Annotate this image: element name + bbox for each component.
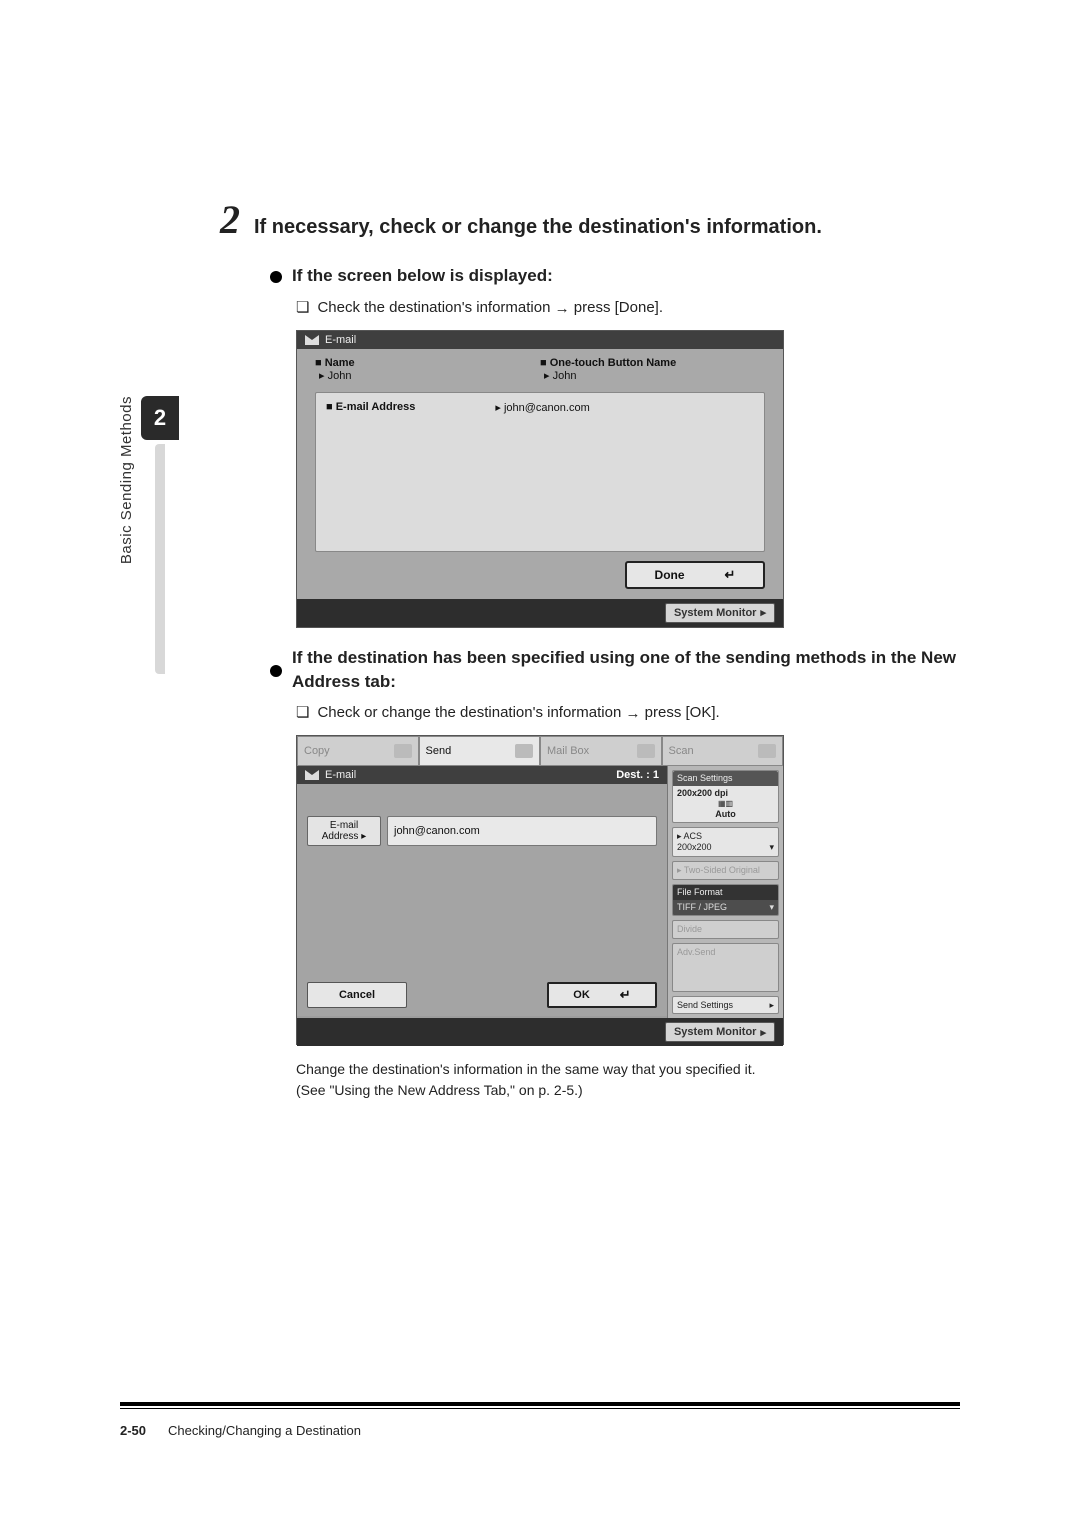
case2-heading: If the destination has been specified us…	[270, 646, 960, 694]
bullet-icon	[270, 271, 282, 283]
email-address-value: john@canon.com	[394, 825, 480, 837]
mode-value: Auto	[677, 809, 774, 820]
system-monitor-button[interactable]: System Monitor ▸	[665, 1022, 775, 1042]
dialog-titlebar: E-mail Dest. : 1	[297, 766, 667, 784]
case1-instruction: ❏ Check the destination's information → …	[296, 298, 960, 316]
chevron-icon: ▸	[677, 831, 682, 841]
email-panel: ■ E-mail Address ▸ john@canon.com	[315, 392, 765, 552]
send-settings-button[interactable]: Send Settings ▸	[672, 996, 779, 1015]
note-line2: (See "Using the New Address Tab," on p. …	[296, 1080, 916, 1101]
chapter-number: 2	[141, 396, 179, 440]
done-label: Done	[655, 568, 685, 582]
name-value: John	[328, 370, 352, 382]
dialog-title: E-mail	[325, 334, 356, 346]
system-monitor-label: System Monitor	[674, 607, 757, 619]
dropdown-icon: ▾	[769, 902, 774, 913]
chapter-tab: Basic Sending Methods 2	[118, 396, 179, 674]
ok-button[interactable]: OK ↵	[547, 982, 657, 1008]
chevron-icon: ▸	[760, 1026, 766, 1039]
done-button[interactable]: Done ↵	[625, 561, 765, 589]
arrow-icon: →	[555, 300, 570, 317]
bullet-icon	[270, 665, 282, 677]
scan-settings-box[interactable]: Scan Settings 200x200 dpi ▦▥ Auto	[672, 770, 779, 823]
adv-send-button[interactable]: Adv.Send	[672, 943, 779, 991]
file-format-dropdown[interactable]: File Format TIFF / JPEG ▾	[672, 884, 779, 917]
screenshot-send-screen: Copy Send Mail Box Scan E-mail Dest. : 1…	[296, 735, 784, 1045]
scan-icon	[758, 744, 776, 758]
step-number: 2	[220, 200, 240, 240]
case1-text: If the screen below is displayed:	[292, 264, 553, 288]
mailbox-icon	[637, 744, 655, 758]
tab-send[interactable]: Send	[419, 736, 541, 766]
ok-label: OK	[573, 989, 590, 1001]
case2-instruction: ❏ Check or change the destination's info…	[296, 703, 960, 721]
case1-heading: If the screen below is displayed:	[270, 264, 960, 288]
chevron-icon: ▸	[361, 831, 366, 842]
acs-dropdown[interactable]: ▸ ACS 200x200 ▾	[672, 827, 779, 857]
note-line1: Change the destination's information in …	[296, 1059, 916, 1080]
email-icon	[305, 335, 319, 345]
dropdown-icon: ▾	[769, 842, 774, 853]
file-format-header: File Format	[673, 885, 778, 900]
tab-mailbox[interactable]: Mail Box	[540, 736, 662, 766]
case2-text: If the destination has been specified us…	[292, 646, 960, 694]
return-icon: ↵	[725, 567, 736, 583]
case2-instruction-text: Check or change the destination's inform…	[317, 704, 719, 721]
top-tabs: Copy Send Mail Box Scan	[297, 736, 783, 766]
footer-rule	[120, 1408, 960, 1409]
footer-title: Checking/Changing a Destination	[168, 1423, 361, 1438]
name-label: ■ Name	[315, 357, 540, 369]
divide-button[interactable]: Divide	[672, 920, 779, 939]
step-text: If necessary, check or change the destin…	[254, 216, 822, 239]
email-address-field[interactable]: john@canon.com	[387, 816, 657, 846]
tab-scan[interactable]: Scan	[662, 736, 784, 766]
note-text: Change the destination's information in …	[296, 1059, 916, 1101]
resolution-value: 200x200 dpi	[677, 788, 774, 799]
email-value: john@canon.com	[504, 402, 590, 414]
two-sided-button[interactable]: ▸ Two-Sided Original	[672, 861, 779, 880]
checkbox-icon: ❏	[296, 703, 309, 721]
otb-value: John	[553, 370, 577, 382]
return-icon: ↵	[620, 987, 631, 1003]
footer-rule	[120, 1402, 960, 1406]
email-address-button[interactable]: E-mail Address ▸	[307, 816, 381, 846]
step-heading: 2 If necessary, check or change the dest…	[220, 200, 960, 240]
tab-copy[interactable]: Copy	[297, 736, 419, 766]
cancel-label: Cancel	[339, 989, 375, 1001]
cancel-button[interactable]: Cancel	[307, 982, 407, 1008]
scan-settings-sidebar: Scan Settings 200x200 dpi ▦▥ Auto ▸ ACS …	[667, 766, 783, 1018]
checkbox-icon: ❏	[296, 298, 309, 316]
name-value-prefix: ▸	[319, 370, 325, 382]
page-footer: 2-50 Checking/Changing a Destination	[120, 1402, 960, 1438]
chevron-icon: ▸	[677, 865, 682, 875]
screenshot-email-details: E-mail ■ Name ▸ John ■ One-touch Button …	[296, 330, 784, 628]
arrow-icon: →	[626, 705, 641, 722]
page-number: 2-50	[120, 1423, 146, 1438]
chapter-strip	[155, 444, 165, 674]
scan-settings-header: Scan Settings	[673, 771, 778, 786]
email-label: ■ E-mail Address	[326, 401, 415, 413]
system-monitor-button[interactable]: System Monitor ▸	[665, 603, 775, 623]
chevron-icon: ▸	[769, 1000, 774, 1011]
destination-count: Dest. : 1	[616, 769, 659, 781]
otb-label: ■ One-touch Button Name	[540, 357, 765, 369]
dialog-title: E-mail	[325, 769, 356, 781]
dialog-titlebar: E-mail	[297, 331, 783, 349]
chevron-icon: ▸	[760, 606, 766, 619]
email-icon	[305, 770, 319, 780]
chapter-label: Basic Sending Methods	[118, 396, 135, 570]
system-monitor-label: System Monitor	[674, 1026, 757, 1038]
copy-icon	[394, 744, 412, 758]
email-value-prefix: ▸	[495, 402, 501, 414]
case1-instruction-text: Check the destination's information → pr…	[317, 299, 663, 316]
mode-icon: ▦▥	[677, 799, 774, 809]
send-icon	[515, 744, 533, 758]
otb-value-prefix: ▸	[544, 370, 550, 382]
